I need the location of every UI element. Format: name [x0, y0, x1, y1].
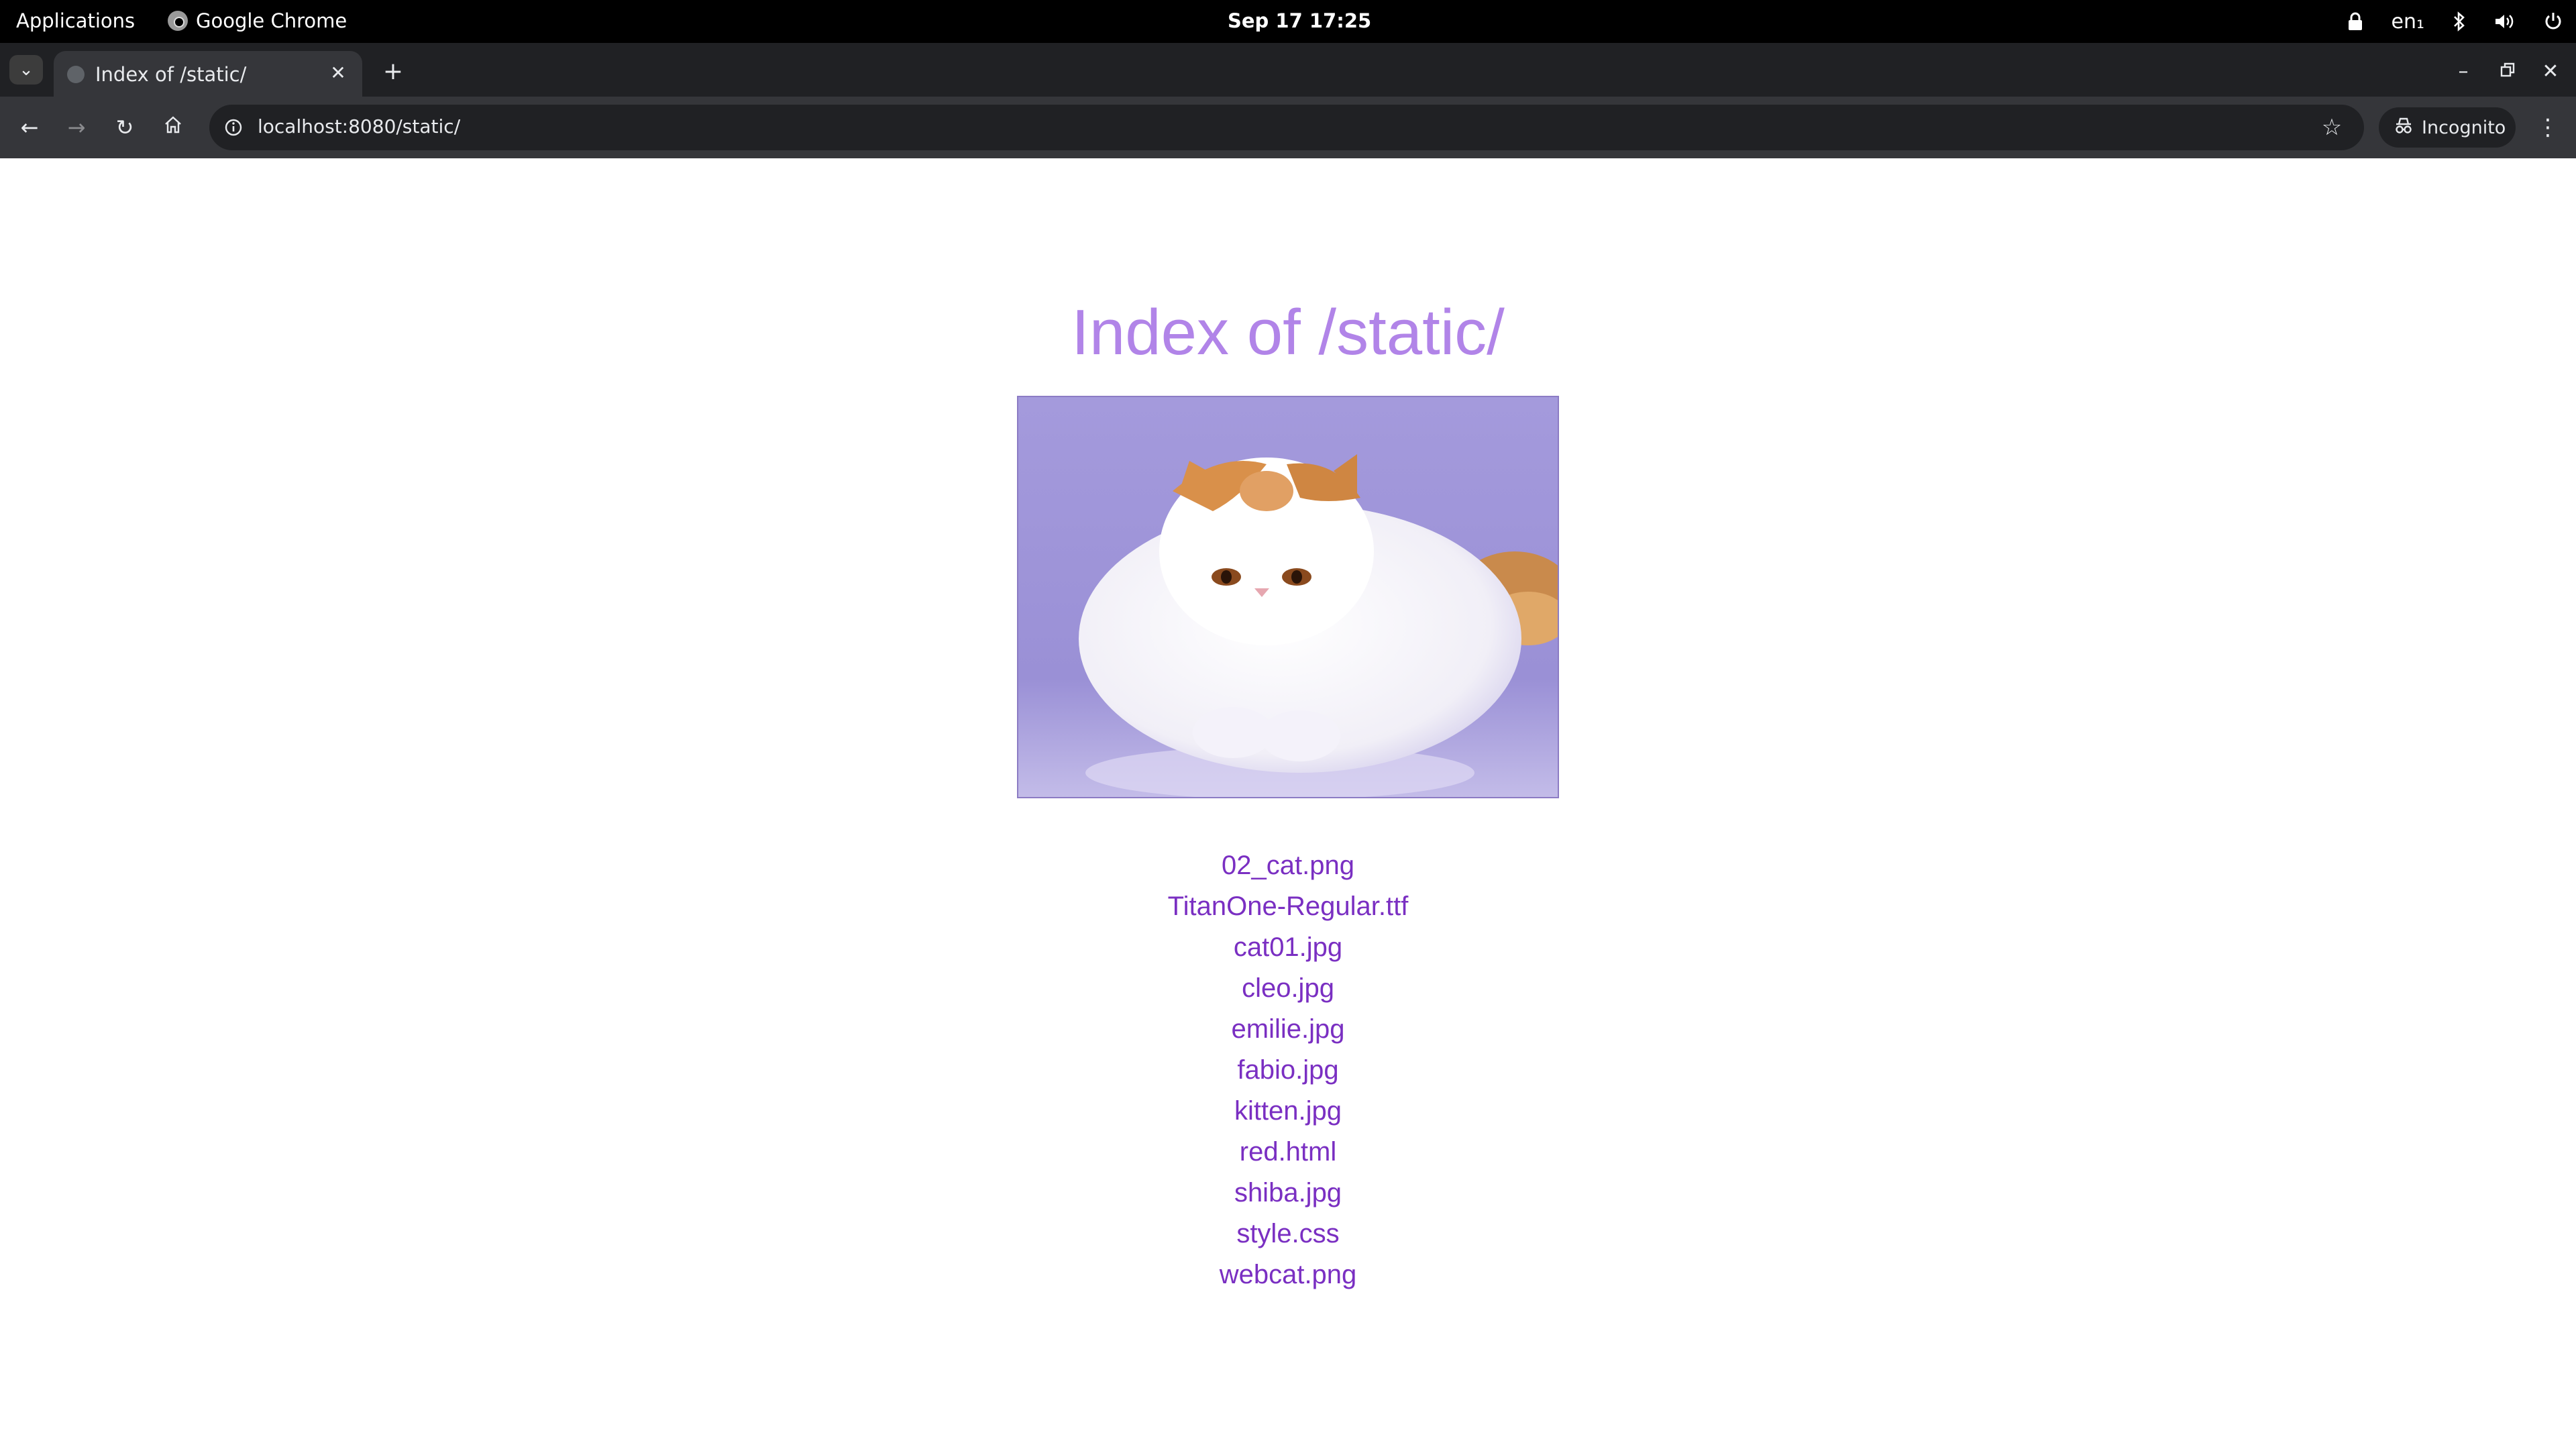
page-content: Index of /static/ 02_cat.png TitanOne-Re… [0, 158, 2576, 1449]
cat-photo-graphic [1018, 397, 1558, 797]
close-icon: ✕ [330, 61, 346, 84]
volume-icon [2494, 7, 2516, 36]
more-vert-icon: ⋮ [2536, 114, 2559, 141]
file-link[interactable]: webcat.png [1220, 1260, 1357, 1289]
list-item: 02_cat.png [0, 845, 2576, 886]
minimize-icon: – [2458, 59, 2469, 83]
file-link[interactable]: cat01.jpg [1234, 932, 1342, 962]
system-top-bar: Applications Google Chrome Sep 17 17:25 … [0, 0, 2576, 43]
restore-button[interactable] [2494, 58, 2521, 85]
list-item: webcat.png [0, 1254, 2576, 1295]
file-link[interactable]: shiba.jpg [1234, 1178, 1342, 1208]
applications-menu[interactable]: Applications [16, 9, 135, 32]
cat-photo [1017, 396, 1559, 798]
file-link[interactable]: kitten.jpg [1234, 1096, 1342, 1126]
globe-icon [67, 66, 85, 83]
active-app-indicator[interactable]: Google Chrome [168, 9, 347, 32]
list-item: cleo.jpg [0, 968, 2576, 1009]
address-bar[interactable]: ☆ [209, 105, 2364, 150]
file-link[interactable]: emilie.jpg [1232, 1014, 1345, 1044]
list-item: TitanOne-Regular.ttf [0, 886, 2576, 927]
list-item: cat01.jpg [0, 927, 2576, 968]
file-list: 02_cat.png TitanOne-Regular.ttf cat01.jpg c… [0, 845, 2576, 1295]
bluetooth-icon [2453, 7, 2466, 36]
power-icon [2544, 7, 2563, 36]
arrow-left-icon: ← [20, 115, 39, 140]
page-title: Index of /static/ [1071, 297, 1505, 368]
url-input[interactable] [258, 115, 2270, 138]
active-app-label: Google Chrome [196, 9, 347, 32]
list-item: shiba.jpg [0, 1173, 2576, 1214]
browser-toolbar: ← → ↻ ☆ Incognito ⋮ [0, 97, 2576, 158]
list-item: fabio.jpg [0, 1050, 2576, 1091]
plus-icon: + [382, 57, 404, 85]
incognito-indicator[interactable]: Incognito [2379, 107, 2516, 148]
list-item: red.html [0, 1132, 2576, 1173]
new-tab-button[interactable]: + [380, 58, 407, 85]
close-window-button[interactable]: ✕ [2537, 58, 2564, 85]
file-link[interactable]: red.html [1240, 1137, 1337, 1167]
incognito-icon [2394, 117, 2414, 139]
arrow-right-icon: → [67, 115, 86, 140]
close-icon: ✕ [2542, 59, 2559, 83]
file-link[interactable]: 02_cat.png [1222, 851, 1354, 880]
minimize-button[interactable]: – [2450, 58, 2477, 85]
chrome-icon [168, 11, 188, 31]
incognito-label: Incognito [2422, 117, 2506, 138]
list-item: style.css [0, 1214, 2576, 1254]
file-link[interactable]: cleo.jpg [1242, 973, 1334, 1003]
tab-search-button[interactable]: ⌄ [9, 55, 43, 85]
file-link[interactable]: TitanOne-Regular.ttf [1168, 892, 1409, 921]
list-item: kitten.jpg [0, 1091, 2576, 1132]
file-link[interactable]: style.css [1236, 1219, 1339, 1248]
forward-button[interactable]: → [60, 111, 93, 144]
keyboard-layout-indicator[interactable]: en₁ [2392, 7, 2425, 36]
bookmark-star-icon[interactable]: ☆ [2318, 114, 2345, 141]
back-button[interactable]: ← [13, 111, 46, 144]
tab-strip: ⌄ Index of /static/ ✕ + – ✕ [0, 43, 2576, 97]
clock[interactable]: Sep 17 17:25 [1228, 9, 1371, 32]
tab-title: Index of /static/ [95, 63, 247, 86]
site-info-icon[interactable] [221, 115, 246, 140]
restore-icon [2500, 60, 2516, 83]
list-item: emilie.jpg [0, 1009, 2576, 1050]
chevron-down-icon: ⌄ [19, 60, 34, 80]
reload-icon: ↻ [115, 115, 134, 140]
home-icon [163, 115, 183, 140]
tab-active[interactable]: Index of /static/ ✕ [54, 51, 362, 97]
browser-menu-button[interactable]: ⋮ [2533, 111, 2563, 144]
system-tray[interactable]: en₁ [2347, 7, 2563, 36]
tab-close-button[interactable]: ✕ [326, 60, 350, 85]
lock-icon [2347, 7, 2363, 36]
home-button[interactable] [157, 111, 189, 144]
reload-button[interactable]: ↻ [109, 111, 141, 144]
file-link[interactable]: fabio.jpg [1237, 1055, 1338, 1085]
